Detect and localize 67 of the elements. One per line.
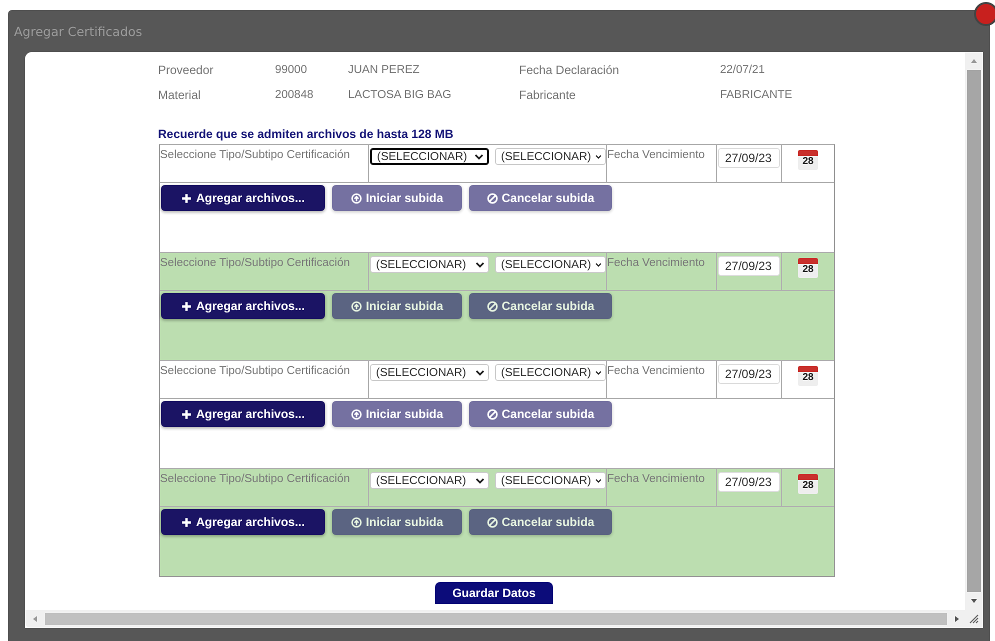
- dropdown[interactable]: (SELECCIONAR): [370, 148, 489, 165]
- scroll-up-icon[interactable]: [970, 57, 978, 65]
- dropdown[interactable]: (SELECCIONAR): [370, 256, 489, 273]
- field-label: Material: [158, 88, 202, 102]
- save-button[interactable]: Guardar Datos: [435, 582, 553, 604]
- circle-arrow-icon: [350, 300, 362, 312]
- dropdown[interactable]: (SELECCIONAR): [495, 364, 606, 381]
- plus-icon: [181, 192, 192, 204]
- vertical-scrollbar[interactable]: [965, 52, 983, 610]
- circle-arrow-icon: [350, 408, 362, 420]
- prohibited-icon: [486, 516, 498, 528]
- scroll-thumb[interactable]: [967, 70, 981, 592]
- calendar-button[interactable]: 28: [798, 474, 818, 494]
- dropdown[interactable]: (SELECCIONAR): [370, 472, 489, 489]
- notice-text: Recuerde que se admiten archivos de hasta 128 MB: [158, 127, 454, 143]
- field-label: Fabricante: [519, 88, 577, 102]
- calendar-button[interactable]: 28: [798, 150, 818, 170]
- dropdown[interactable]: (SELECCIONAR): [495, 148, 606, 165]
- circle-arrow-icon: [350, 192, 362, 204]
- scroll-thumb[interactable]: [45, 613, 947, 625]
- scroll-left-icon[interactable]: [31, 615, 39, 623]
- chevron-down-icon: [475, 260, 485, 270]
- date-field[interactable]: 27/09/23: [718, 148, 780, 168]
- plus-icon: [181, 300, 192, 312]
- field-value: 200848: [275, 88, 314, 100]
- scroll-right-icon[interactable]: [953, 615, 961, 623]
- field-label: Fecha Declaración: [519, 62, 620, 76]
- field-label: Fecha Vencimiento: [607, 256, 705, 269]
- calendar-button[interactable]: 28: [798, 258, 818, 278]
- field-label: Seleccione Tipo/Subtipo Certificación: [160, 364, 350, 377]
- field-value: 22/07/21: [720, 64, 766, 76]
- field-label: Fecha Vencimiento: [607, 364, 705, 377]
- chevron-down-icon: [474, 152, 484, 162]
- plus-icon: [181, 516, 192, 528]
- add-files-button[interactable]: Agregar archivos...: [161, 185, 325, 211]
- resize-grip-icon[interactable]: [969, 614, 979, 624]
- dropdown[interactable]: (SELECCIONAR): [495, 256, 606, 273]
- date-field[interactable]: 27/09/23: [718, 256, 780, 276]
- date-field[interactable]: 27/09/23: [718, 472, 780, 492]
- chevron-down-icon: [475, 476, 485, 486]
- window-title: Agregar Certificados: [14, 24, 142, 38]
- horizontal-scrollbar[interactable]: [25, 610, 983, 628]
- chevron-down-icon: [475, 368, 485, 378]
- field-value: 99000: [275, 64, 308, 76]
- field-label: Fecha Vencimiento: [607, 472, 705, 485]
- prohibited-icon: [486, 300, 498, 312]
- dropdown[interactable]: (SELECCIONAR): [495, 472, 606, 489]
- field-value: FABRICANTE: [720, 88, 794, 100]
- add-files-button[interactable]: Agregar archivos...: [161, 509, 325, 535]
- dropdown[interactable]: (SELECCIONAR): [370, 364, 489, 381]
- add-files-button[interactable]: Agregar archivos...: [161, 293, 325, 319]
- prohibited-icon: [486, 408, 498, 420]
- field-value: JUAN PEREZ: [348, 64, 421, 76]
- calendar-button[interactable]: 28: [798, 366, 818, 386]
- field-label: Seleccione Tipo/Subtipo Certificación: [160, 148, 350, 161]
- field-label: Fecha Vencimiento: [607, 148, 705, 161]
- circle-arrow-icon: [350, 516, 362, 528]
- field-value: LACTOSA BIG BAG: [348, 88, 452, 100]
- field-label: Seleccione Tipo/Subtipo Certificación: [160, 472, 350, 485]
- date-field[interactable]: 27/09/23: [718, 364, 780, 384]
- field-label: Seleccione Tipo/Subtipo Certificación: [160, 256, 350, 269]
- prohibited-icon: [486, 192, 498, 204]
- add-files-button[interactable]: Agregar archivos...: [161, 401, 325, 427]
- scroll-down-icon[interactable]: [970, 597, 978, 605]
- close-icon[interactable]: [974, 2, 995, 26]
- field-label: Proveedor: [158, 62, 214, 76]
- plus-icon: [181, 408, 192, 420]
